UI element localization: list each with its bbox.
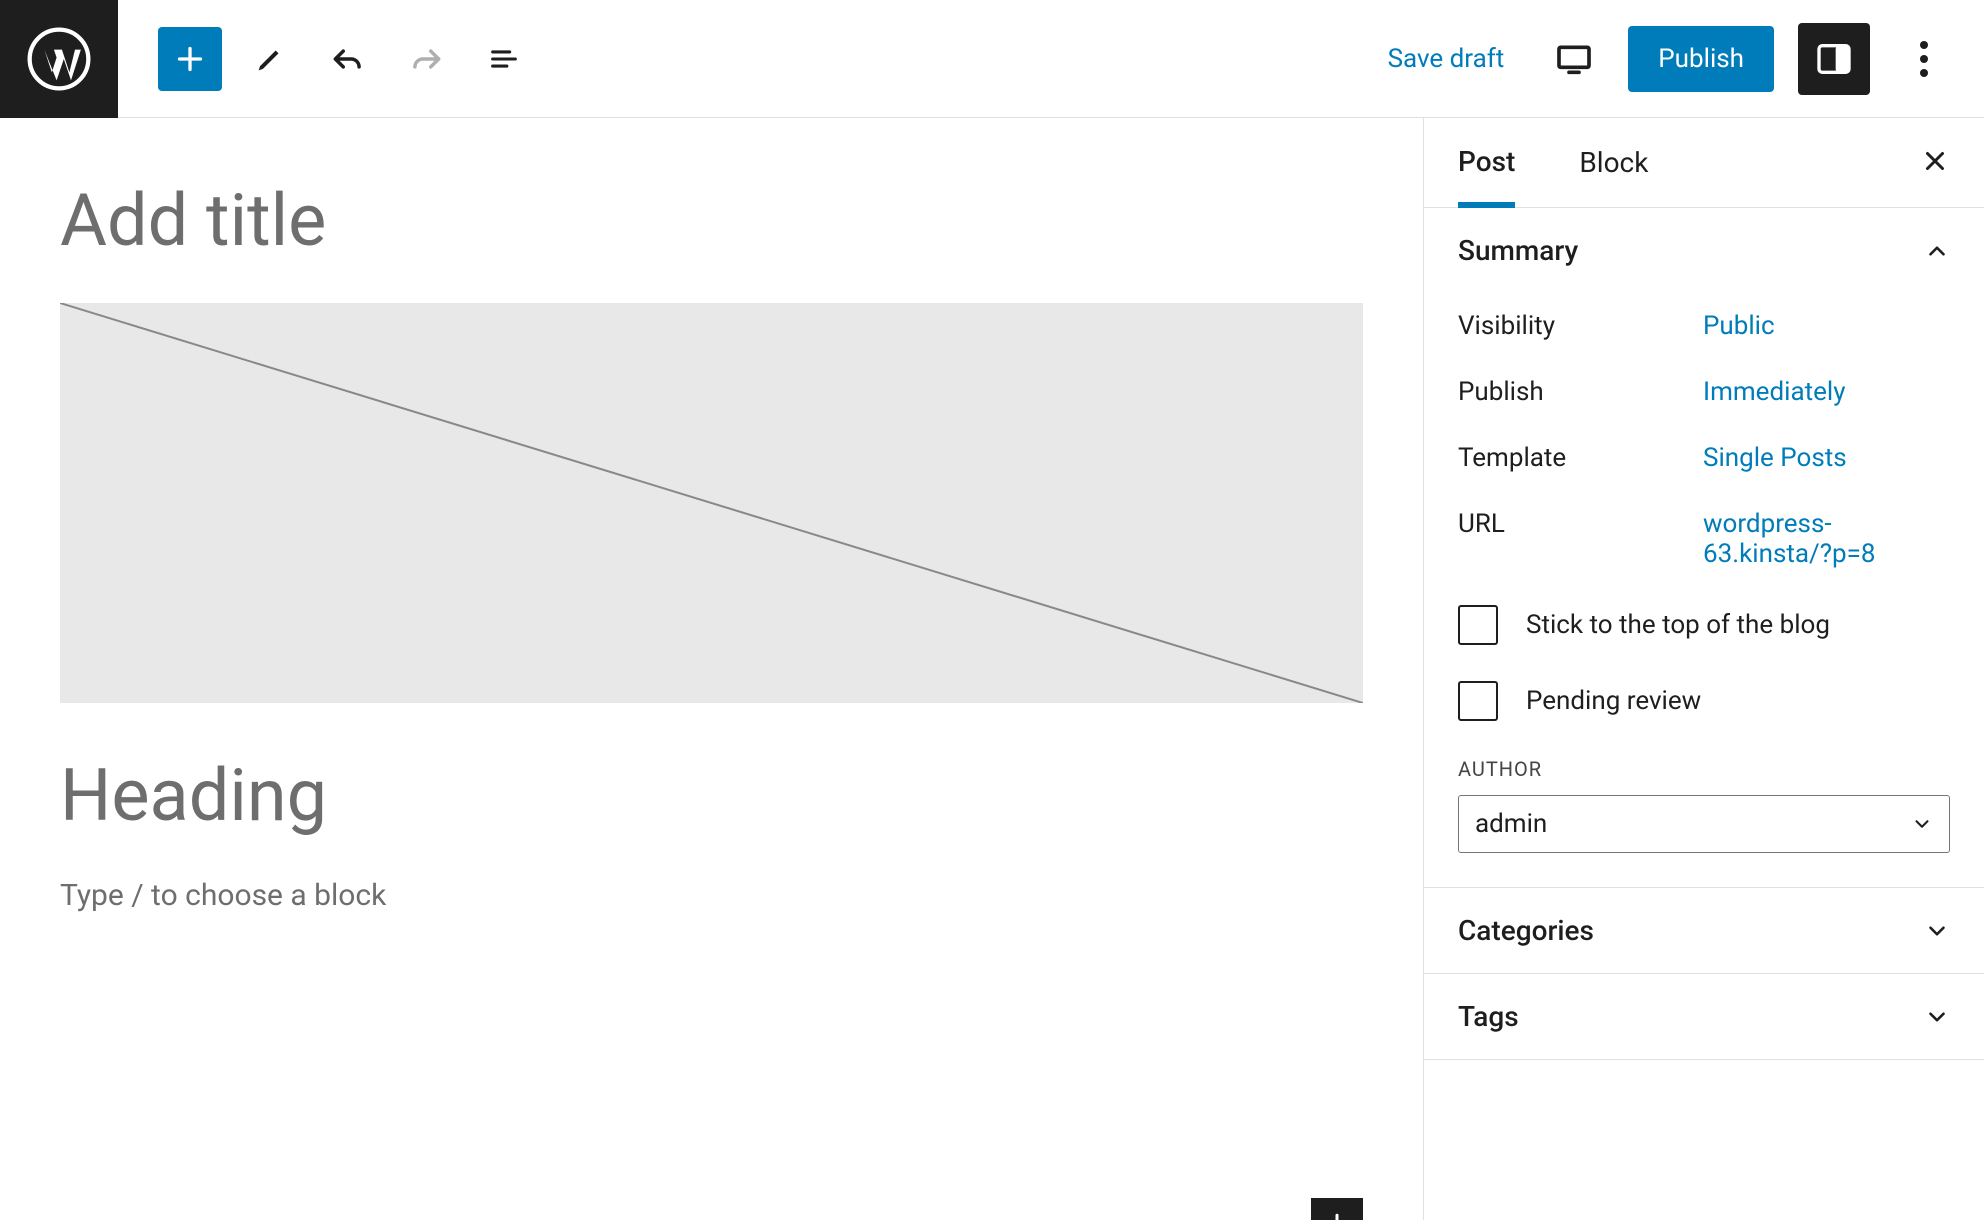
panel-summary: Summary Visibility Public Publish Immedi… bbox=[1424, 208, 1984, 888]
panel-categories: Categories bbox=[1424, 888, 1984, 974]
publish-label: Publish bbox=[1458, 377, 1703, 407]
desktop-icon bbox=[1554, 39, 1594, 79]
sidebar-tabs: Post Block bbox=[1424, 118, 1984, 208]
publish-button[interactable]: Publish bbox=[1628, 26, 1774, 92]
toolbar-left bbox=[158, 27, 534, 91]
placeholder-diagonal-icon bbox=[60, 303, 1363, 703]
preview-button[interactable] bbox=[1544, 29, 1604, 89]
chevron-down-icon bbox=[1924, 918, 1950, 944]
editor-topbar: Save draft Publish bbox=[0, 0, 1984, 118]
panel-summary-body: Visibility Public Publish Immediately Te… bbox=[1424, 293, 1984, 887]
more-options-button[interactable] bbox=[1894, 29, 1954, 89]
chevron-up-icon bbox=[1924, 238, 1950, 264]
paragraph-block[interactable]: Type / to choose a block bbox=[60, 878, 1363, 913]
editor-canvas: Add title Heading Type / to choose a blo… bbox=[0, 118, 1424, 1220]
author-field-label: AUTHOR bbox=[1458, 757, 1950, 781]
kebab-icon bbox=[1920, 41, 1928, 77]
add-block-button[interactable] bbox=[158, 27, 222, 91]
panel-tags-toggle[interactable]: Tags bbox=[1424, 974, 1984, 1059]
panel-categories-heading: Categories bbox=[1458, 914, 1594, 947]
tab-block[interactable]: Block bbox=[1579, 122, 1648, 203]
document-overview-button[interactable] bbox=[474, 29, 534, 89]
save-draft-button[interactable]: Save draft bbox=[1372, 36, 1521, 82]
plus-icon bbox=[172, 41, 208, 77]
tools-button[interactable] bbox=[240, 29, 300, 89]
pending-review-label: Pending review bbox=[1526, 686, 1701, 716]
chevron-down-icon bbox=[1911, 813, 1933, 835]
settings-sidebar: Post Block Summary Visibility Public Pub… bbox=[1424, 118, 1984, 1220]
visibility-label: Visibility bbox=[1458, 311, 1703, 341]
undo-button[interactable] bbox=[318, 29, 378, 89]
panel-summary-toggle[interactable]: Summary bbox=[1424, 208, 1984, 293]
sticky-label: Stick to the top of the blog bbox=[1526, 610, 1830, 640]
chevron-down-icon bbox=[1924, 1004, 1950, 1030]
plus-icon bbox=[1322, 1209, 1352, 1220]
wordpress-logo[interactable] bbox=[0, 0, 118, 118]
author-select[interactable]: admin bbox=[1458, 795, 1950, 853]
undo-icon bbox=[329, 40, 367, 78]
redo-button[interactable] bbox=[396, 29, 456, 89]
panel-tags: Tags bbox=[1424, 974, 1984, 1060]
inline-add-block-button[interactable] bbox=[1311, 1198, 1363, 1220]
image-block-placeholder[interactable] bbox=[60, 303, 1363, 703]
close-sidebar-button[interactable] bbox=[1920, 146, 1950, 180]
sidebar-icon bbox=[1814, 39, 1854, 79]
panel-categories-toggle[interactable]: Categories bbox=[1424, 888, 1984, 973]
list-icon bbox=[487, 42, 521, 76]
template-value[interactable]: Single Posts bbox=[1703, 443, 1950, 473]
visibility-value[interactable]: Public bbox=[1703, 311, 1950, 341]
sticky-checkbox[interactable] bbox=[1458, 605, 1498, 645]
url-value[interactable]: wordpress-63.kinsta/?p=8 bbox=[1703, 509, 1950, 569]
workspace: Add title Heading Type / to choose a blo… bbox=[0, 118, 1984, 1220]
redo-icon bbox=[407, 40, 445, 78]
panel-summary-heading: Summary bbox=[1458, 234, 1578, 267]
author-select-value: admin bbox=[1475, 809, 1547, 839]
template-label: Template bbox=[1458, 443, 1703, 473]
wordpress-icon bbox=[27, 27, 91, 91]
toolbar-right: Save draft Publish bbox=[1372, 23, 1954, 95]
tab-post[interactable]: Post bbox=[1458, 121, 1515, 208]
post-title-input[interactable]: Add title bbox=[60, 178, 1363, 263]
url-label: URL bbox=[1458, 509, 1703, 569]
pencil-icon bbox=[253, 42, 287, 76]
panel-tags-heading: Tags bbox=[1458, 1000, 1519, 1033]
settings-sidebar-toggle[interactable] bbox=[1798, 23, 1870, 95]
pending-review-checkbox[interactable] bbox=[1458, 681, 1498, 721]
close-icon bbox=[1920, 146, 1950, 176]
heading-block[interactable]: Heading bbox=[60, 753, 1363, 838]
publish-value[interactable]: Immediately bbox=[1703, 377, 1950, 407]
